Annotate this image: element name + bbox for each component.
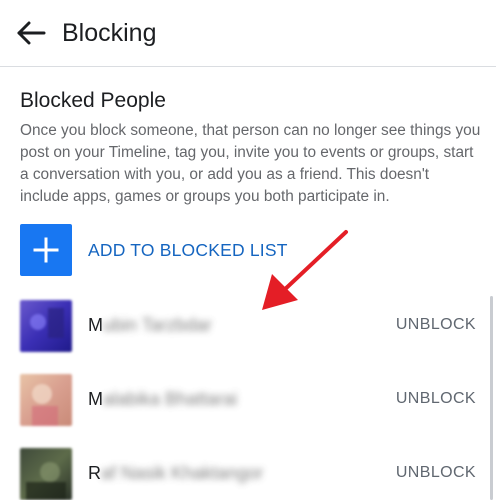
back-arrow-icon <box>17 21 46 45</box>
list-item: Raf Nasik Khaktangor UNBLOCK <box>0 444 496 500</box>
blocked-person-name: Malabika Bhattarai <box>88 389 237 410</box>
page-title: Blocking <box>62 19 157 47</box>
back-button[interactable] <box>14 16 48 50</box>
blocked-person-name: Mubin Tarzbdar <box>88 315 212 336</box>
name-initial: M <box>88 389 103 409</box>
section-description: Once you block someone, that person can … <box>20 122 481 205</box>
unblock-button[interactable]: UNBLOCK <box>396 464 476 482</box>
list-item: Malabika Bhattarai UNBLOCK <box>0 370 496 440</box>
scrollbar[interactable] <box>490 296 493 500</box>
avatar <box>20 374 72 426</box>
blocking-screen: Blocking Blocked People Once you block s… <box>0 0 496 500</box>
section-title: Blocked People <box>20 89 166 112</box>
blocked-people-list: Mubin Tarzbdar UNBLOCK Malabika Bhattara… <box>0 296 496 500</box>
app-header: Blocking <box>0 0 496 67</box>
name-initial: R <box>88 463 101 483</box>
avatar <box>20 300 72 352</box>
avatar <box>20 448 72 500</box>
blocked-person-name: Raf Nasik Khaktangor <box>88 463 263 484</box>
plus-icon <box>20 224 72 276</box>
list-item: Mubin Tarzbdar UNBLOCK <box>0 296 496 366</box>
name-obscured: ubin Tarzbdar <box>103 315 212 335</box>
add-to-blocked-list-label: ADD TO BLOCKED LIST <box>88 240 288 260</box>
name-initial: M <box>88 315 103 335</box>
add-to-blocked-list-button[interactable]: ADD TO BLOCKED LIST <box>20 224 320 276</box>
unblock-button[interactable]: UNBLOCK <box>396 390 476 408</box>
name-obscured: af Nasik Khaktangor <box>101 463 264 483</box>
unblock-button[interactable]: UNBLOCK <box>396 316 476 334</box>
name-obscured: alabika Bhattarai <box>103 389 238 409</box>
